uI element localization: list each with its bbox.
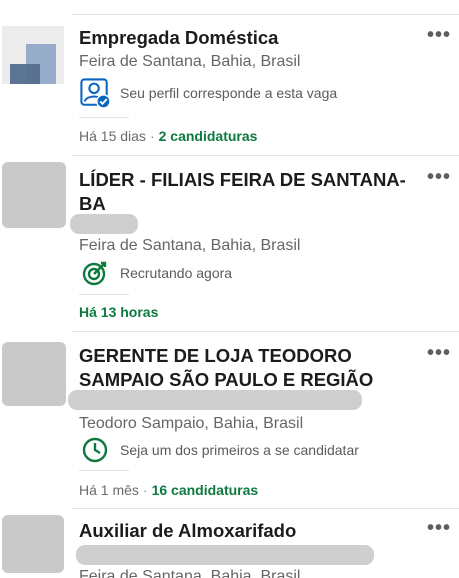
- job-location: Feira de Santana, Bahia, Brasil: [79, 568, 301, 578]
- job-footer: Há 13 horas: [79, 304, 158, 320]
- more-options-icon[interactable]: •••: [427, 167, 451, 187]
- clock-icon: [80, 435, 110, 465]
- meta-divider: [79, 470, 129, 471]
- job-title[interactable]: Empregada Doméstica: [79, 26, 415, 50]
- job-title[interactable]: LÍDER - FILIAIS FEIRA DE SANTANA-BA: [79, 168, 415, 216]
- job-location: Teodoro Sampaio, Bahia, Brasil: [79, 415, 304, 432]
- job-card-4[interactable]: ••• Auxiliar de Almoxarifado Feira de Sa…: [0, 509, 459, 578]
- redacted-company-name: [76, 545, 374, 565]
- job-footer: Há 1 mês · 16 candidaturas: [79, 482, 258, 498]
- insight-text: Recrutando agora: [120, 265, 233, 281]
- more-options-icon[interactable]: •••: [427, 518, 451, 538]
- job-card-1[interactable]: ••• Empregada Doméstica Feira de Santana…: [0, 14, 459, 156]
- meta-divider: [79, 294, 129, 295]
- logo-shape: [10, 64, 40, 84]
- separator-dot: ·: [149, 128, 155, 144]
- job-insight: Recrutando agora: [80, 258, 232, 288]
- company-logo-redacted: [2, 342, 66, 406]
- company-logo: [2, 26, 64, 84]
- target-icon: [80, 258, 110, 288]
- more-options-icon[interactable]: •••: [427, 343, 451, 363]
- insight-text: Seja um dos primeiros a se candidatar: [120, 442, 359, 458]
- job-card-2[interactable]: ••• LÍDER - FILIAIS FEIRA DE SANTANA-BA …: [0, 156, 459, 332]
- redacted-company-name: [68, 390, 362, 410]
- meta-divider: [79, 117, 129, 118]
- posted-time: Há 1 mês: [79, 482, 139, 498]
- job-insight: Seja um dos primeiros a se candidatar: [80, 435, 359, 465]
- posted-time: Há 13 horas: [79, 304, 159, 320]
- job-location: Feira de Santana, Bahia, Brasil: [79, 53, 301, 70]
- job-title[interactable]: Auxiliar de Almoxarifado: [79, 519, 415, 543]
- separator-dot: ·: [142, 482, 148, 498]
- job-insight: Seu perfil corresponde a esta vaga: [80, 78, 338, 109]
- applicant-count: 2 candidaturas: [158, 128, 258, 144]
- profile-match-icon: [80, 78, 110, 109]
- job-location: Feira de Santana, Bahia, Brasil: [79, 237, 301, 254]
- job-title[interactable]: GERENTE DE LOJA TEODORO SAMPAIO SÃO PAUL…: [79, 344, 415, 392]
- applicant-count: 16 candidaturas: [151, 482, 259, 498]
- company-logo-redacted: [2, 162, 66, 228]
- company-logo-redacted: [2, 515, 64, 573]
- more-options-icon[interactable]: •••: [427, 25, 451, 45]
- posted-time: Há 15 dias: [79, 128, 146, 144]
- redacted-company-name: [70, 214, 138, 234]
- job-footer: Há 15 dias · 2 candidaturas: [79, 128, 257, 144]
- insight-text: Seu perfil corresponde a esta vaga: [120, 85, 338, 101]
- job-card-3[interactable]: ••• GERENTE DE LOJA TEODORO SAMPAIO SÃO …: [0, 332, 459, 509]
